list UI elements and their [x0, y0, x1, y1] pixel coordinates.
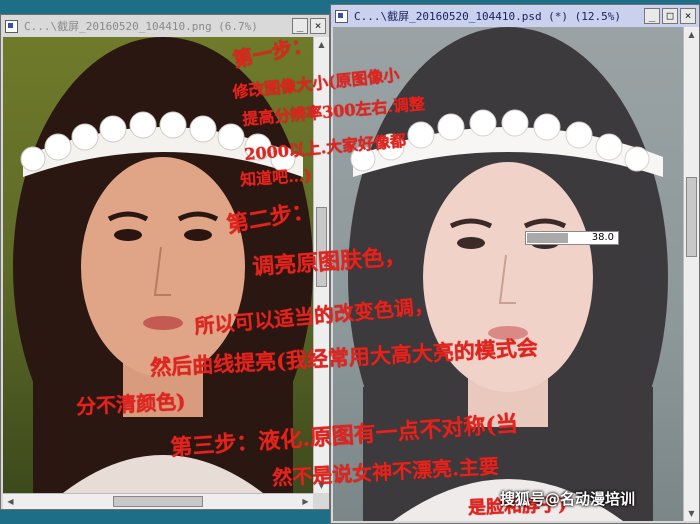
minimize-button[interactable]: _ — [644, 8, 660, 24]
right-window-title: C...\截屏_20160520_104410.psd (*) (12.5%) — [354, 10, 622, 23]
document-icon — [335, 9, 348, 23]
scroll-left-arrow-icon[interactable]: ◀ — [3, 494, 18, 509]
left-window-title: C...\截屏_20160520_104410.png (6.7%) — [24, 20, 258, 33]
close-button[interactable]: × — [310, 18, 326, 34]
slider-fill — [527, 233, 568, 243]
opacity-slider[interactable]: 38.0 — [525, 231, 619, 245]
right-vertical-scroll-thumb[interactable] — [686, 177, 697, 257]
scroll-down-arrow-icon[interactable]: ▼ — [684, 506, 699, 521]
annotation-step2-line4: 分不清颜色) — [75, 389, 187, 419]
watermark-text: 搜狐号@名动漫培训 — [500, 490, 636, 508]
maximize-button[interactable]: □ — [662, 8, 678, 24]
left-horizontal-scroll-thumb[interactable] — [113, 496, 203, 507]
right-window-titlebar[interactable]: C...\截屏_20160520_104410.psd (*) (12.5%) … — [331, 5, 699, 27]
scroll-up-arrow-icon[interactable]: ▲ — [314, 37, 329, 52]
right-vertical-scrollbar[interactable]: ▲ ▼ — [683, 27, 699, 521]
document-icon — [5, 19, 18, 33]
annotation-step1-line4: 知道吧…) — [239, 165, 313, 190]
close-button[interactable]: × — [680, 8, 696, 24]
scroll-right-arrow-icon[interactable]: ▶ — [298, 494, 313, 509]
left-horizontal-scrollbar[interactable]: ◀ ▶ — [3, 493, 313, 509]
scroll-up-arrow-icon[interactable]: ▲ — [684, 27, 699, 42]
slider-value: 38.0 — [591, 232, 614, 243]
